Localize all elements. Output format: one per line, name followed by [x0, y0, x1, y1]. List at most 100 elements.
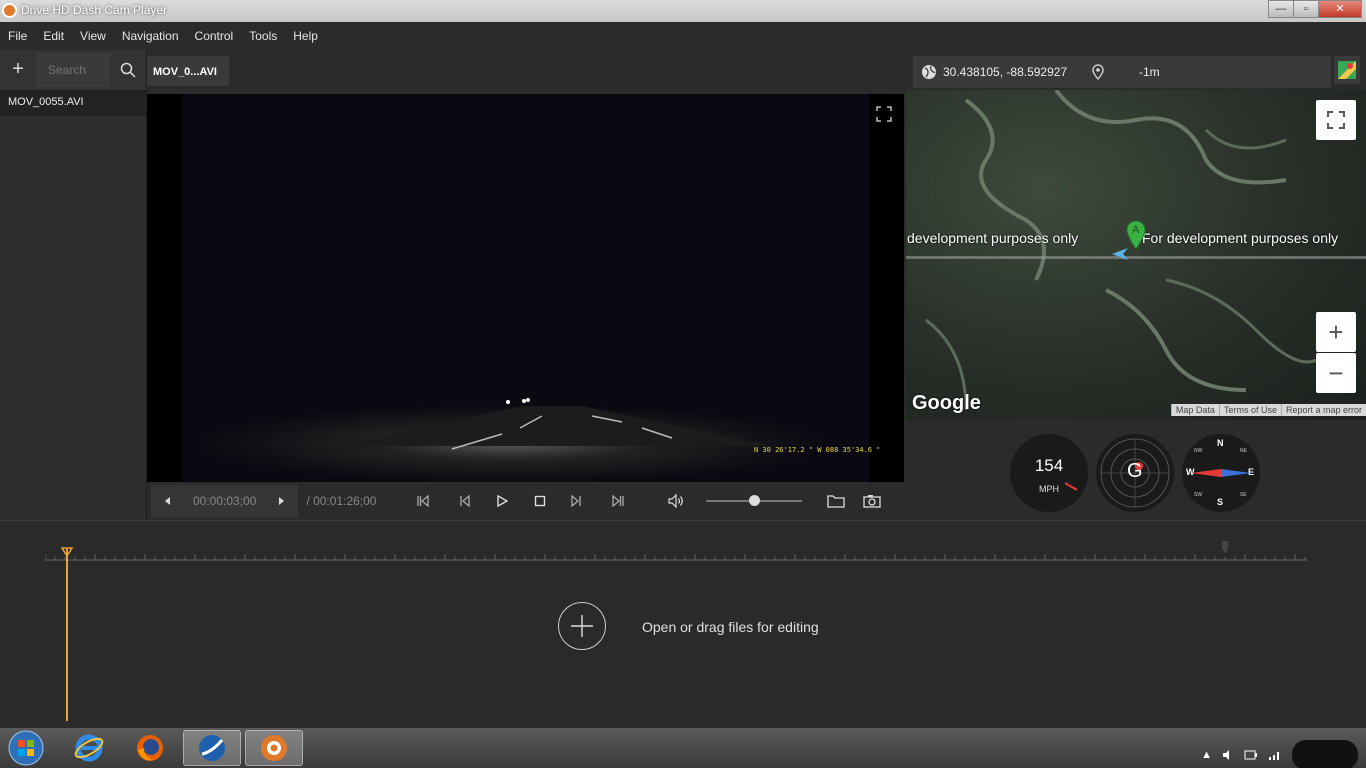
map-terrain: [925, 90, 1317, 411]
map-panel: 30.438105, -88.592927 -1m development pu…: [904, 50, 1366, 520]
playhead[interactable]: [66, 549, 68, 721]
play-icon: [497, 495, 509, 507]
step-back-button[interactable]: [444, 485, 486, 517]
playback-controls: 00:00:03;00 / 00:01:26;00: [147, 482, 904, 520]
map-data-link[interactable]: Map Data: [1170, 404, 1219, 416]
menu-help[interactable]: Help: [285, 29, 326, 43]
map-view[interactable]: development purposes only For developmen…: [906, 90, 1366, 420]
tray-expand-icon[interactable]: ▲: [1201, 749, 1212, 761]
compass-sw: SW: [1194, 492, 1203, 498]
video-player: MOV_0...AVI N 30 26'17.2 " W 088 35'34.6…: [147, 50, 904, 520]
volume-tray-icon[interactable]: [1222, 749, 1234, 761]
menu-tools[interactable]: Tools: [241, 29, 285, 43]
add-media-button[interactable]: [558, 602, 606, 650]
g-sensor-gauge: G: [1096, 434, 1174, 512]
file-sidebar: + MOV_0055.AVI: [0, 50, 147, 520]
zoom-out-button[interactable]: −: [1316, 353, 1356, 393]
video-image: [182, 94, 869, 482]
google-maps-button[interactable]: [1334, 56, 1360, 84]
volume-slider-handle[interactable]: [749, 495, 761, 506]
system-tray: ▲: [1201, 740, 1358, 768]
start-button[interactable]: [0, 730, 52, 766]
taskbar-dashcam-player[interactable]: [245, 730, 303, 766]
fullscreen-icon: [1327, 111, 1345, 129]
snapshot-button[interactable]: [854, 485, 890, 517]
internet-explorer-icon: [74, 734, 104, 762]
compass-n: N: [1217, 438, 1224, 448]
report-map-error-link[interactable]: Report a map error: [1280, 404, 1366, 416]
globe-icon: [922, 65, 936, 79]
zoom-in-button[interactable]: +: [1316, 312, 1356, 352]
add-file-button[interactable]: +: [0, 50, 36, 90]
speedometer: 154 MPH: [1010, 434, 1088, 512]
skip-to-end-button[interactable]: [590, 485, 646, 517]
sidebar-toolbar: +: [0, 50, 146, 90]
taskbar-app-blue[interactable]: [183, 730, 241, 766]
speed-value: 154: [1034, 456, 1064, 475]
current-time[interactable]: 00:00:03;00: [185, 485, 265, 517]
blue-app-icon: [199, 735, 225, 761]
window-controls: — ▫ ✕: [1268, 0, 1362, 18]
map-fullscreen-button[interactable]: [1316, 100, 1356, 140]
speaker-icon: [668, 494, 684, 508]
stop-button[interactable]: [518, 485, 562, 517]
maximize-button[interactable]: ▫: [1293, 0, 1319, 18]
network-signal-icon[interactable]: [1268, 749, 1282, 761]
play-button[interactable]: [486, 485, 518, 517]
end-marker-icon[interactable]: [1221, 541, 1229, 553]
drop-hint-text: Open or drag files for editing: [642, 619, 819, 635]
altitude-value: -1m: [1139, 65, 1160, 79]
speed-needle-icon: [1064, 482, 1078, 491]
menu-edit[interactable]: Edit: [35, 29, 72, 43]
menu-file[interactable]: File: [0, 29, 35, 43]
skip-start-icon: [417, 495, 430, 507]
map-marker-label: A: [1132, 224, 1140, 236]
search-input[interactable]: [36, 53, 110, 87]
menu-view[interactable]: View: [72, 29, 114, 43]
terms-of-use-link[interactable]: Terms of Use: [1218, 404, 1281, 416]
tray-clock-area[interactable]: [1292, 740, 1358, 768]
tab-video-file[interactable]: MOV_0...AVI: [147, 56, 229, 86]
timeline-ruler: [45, 554, 1307, 561]
compass-needle-icon: [1191, 469, 1251, 477]
close-button[interactable]: ✕: [1318, 0, 1362, 18]
video-fullscreen-button[interactable]: [872, 102, 896, 126]
prev-frame-button[interactable]: [151, 485, 185, 517]
compass-se: SE: [1240, 492, 1247, 498]
menu-control[interactable]: Control: [187, 29, 242, 43]
road-scene: [342, 398, 772, 450]
open-folder-button[interactable]: [818, 485, 854, 517]
menu-navigation[interactable]: Navigation: [114, 29, 187, 43]
map-footer: Map Data Terms of Use Report a map error: [1170, 404, 1366, 416]
taskbar-internet-explorer[interactable]: [60, 730, 118, 766]
minimize-button[interactable]: —: [1268, 0, 1294, 18]
gps-overlay-text: N 30 26'17.2 " W 088 35'34.6 ": [754, 446, 881, 454]
search-button[interactable]: [110, 53, 146, 87]
app-icon: [2, 3, 17, 18]
video-frame[interactable]: N 30 26'17.2 " W 088 35'34.6 ": [147, 94, 904, 482]
search-icon: [120, 62, 136, 78]
step-forward-icon: [571, 495, 582, 507]
step-back-icon: [460, 495, 471, 507]
battery-tray-icon[interactable]: [1244, 749, 1258, 761]
taskbar-firefox[interactable]: [121, 730, 179, 766]
file-list-item[interactable]: MOV_0055.AVI: [0, 90, 146, 116]
compass-ne: NE: [1240, 448, 1247, 454]
volume-button[interactable]: [656, 485, 696, 517]
direction-arrow-icon: [1112, 248, 1128, 260]
stop-icon: [535, 495, 546, 507]
skip-to-start-button[interactable]: [402, 485, 444, 517]
windows-start-icon: [8, 730, 44, 766]
plus-icon: [571, 615, 593, 637]
gauges-panel: 154 MPH G N S E W NW NE SW SE: [904, 428, 1366, 520]
compass-gauge: N S E W NW NE SW SE: [1182, 434, 1260, 512]
volume-slider[interactable]: [706, 495, 803, 506]
editing-timeline[interactable]: Open or drag files for editing: [0, 520, 1366, 721]
compass-nw: NW: [1194, 448, 1203, 454]
coordinate-bar: 30.438105, -88.592927 -1m: [913, 56, 1331, 88]
step-forward-button[interactable]: [562, 485, 590, 517]
total-time: / 00:01:26;00: [306, 494, 377, 508]
map-watermark-left: development purposes only: [907, 230, 1079, 246]
caret-right-icon: [279, 497, 285, 505]
next-frame-button[interactable]: [264, 485, 299, 517]
